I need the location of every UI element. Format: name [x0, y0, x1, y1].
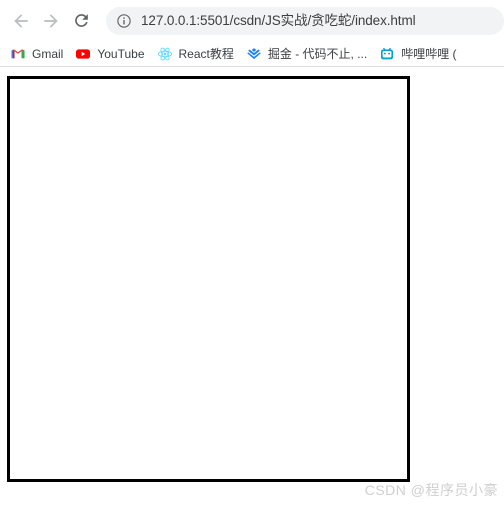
- reload-icon: [74, 14, 88, 27]
- address-bar[interactable]: 127.0.0.1:5501/csdn/JS实战/贪吃蛇/index.html: [106, 6, 504, 35]
- snake-game-canvas[interactable]: [7, 76, 410, 482]
- bookmarks-bar: Gmail YouTube React教程 掘金 - 代码不止, ... 哔哩哔…: [0, 41, 504, 66]
- back-button[interactable]: [6, 6, 36, 36]
- bookmark-react[interactable]: React教程: [155, 43, 240, 65]
- bookmark-juejin[interactable]: 掘金 - 代码不止, ...: [244, 43, 373, 65]
- bookmark-gmail[interactable]: Gmail: [8, 43, 69, 65]
- forward-button[interactable]: [36, 6, 66, 36]
- arrow-right-icon: [44, 13, 58, 28]
- address-bar-url[interactable]: 127.0.0.1:5501/csdn/JS实战/贪吃蛇/index.html: [141, 14, 416, 28]
- bookmark-label: Gmail: [32, 46, 64, 61]
- bookmark-label: 掘金 - 代码不止, ...: [267, 46, 368, 61]
- bookmark-youtube[interactable]: YouTube: [73, 43, 150, 65]
- browser-toolbar: 127.0.0.1:5501/csdn/JS实战/贪吃蛇/index.html: [0, 0, 504, 41]
- bilibili-icon: [381, 47, 394, 59]
- csdn-watermark: CSDN @程序员小豪: [364, 482, 498, 498]
- youtube-icon: [76, 48, 91, 59]
- juejin-icon: [247, 47, 261, 59]
- reload-button[interactable]: [66, 6, 96, 36]
- bookmark-label: React教程: [178, 46, 234, 61]
- info-circle-icon[interactable]: [116, 13, 132, 29]
- arrow-left-icon: [14, 13, 28, 28]
- bookmark-label: 哔哩哔哩 (: [401, 46, 457, 61]
- bookmark-label: YouTube: [97, 46, 145, 61]
- bookmark-bilibili[interactable]: 哔哩哔哩 (: [377, 43, 462, 65]
- browser-window: 127.0.0.1:5501/csdn/JS实战/贪吃蛇/index.html …: [0, 0, 504, 506]
- page-viewport: CSDN @程序员小豪: [0, 67, 504, 506]
- gmail-icon: [11, 48, 25, 58]
- react-icon: [157, 47, 172, 60]
